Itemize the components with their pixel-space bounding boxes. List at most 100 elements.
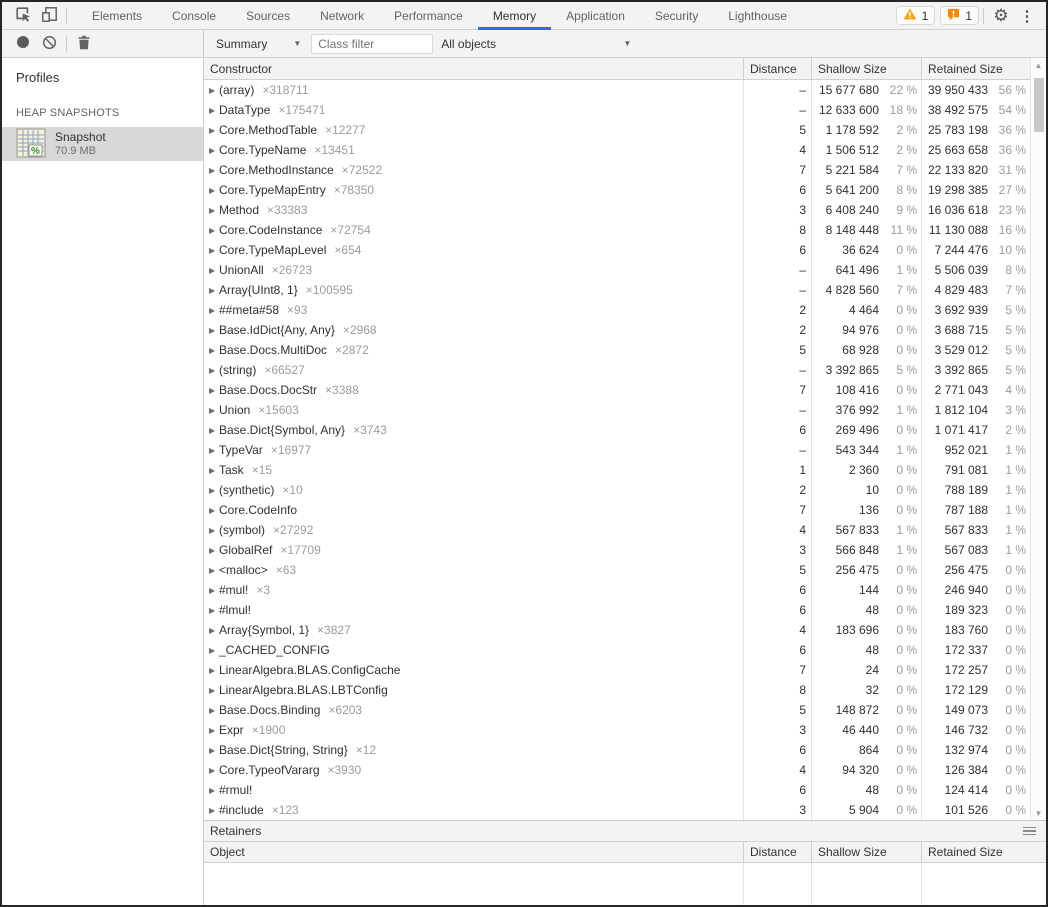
expand-arrow-icon[interactable]: ▶: [209, 266, 219, 275]
table-row[interactable]: ▶ Core.TypeName ×13451 4 1 506 512 2 % 2…: [204, 140, 1030, 160]
column-header-retained-size[interactable]: Retained Size: [921, 58, 1030, 79]
more-options-button[interactable]: ⋮: [1014, 4, 1040, 28]
sidebar-item-snapshot[interactable]: % Snapshot 70.9 MB: [2, 127, 203, 161]
delete-profile-button[interactable]: [71, 32, 97, 56]
table-row[interactable]: ▶ Core.CodeInfo 7 136 0 % 787 188 1 %: [204, 500, 1030, 520]
table-row[interactable]: ▶ Expr ×1900 3 46 440 0 % 146 732 0 %: [204, 720, 1030, 740]
scroll-up-icon[interactable]: ▲: [1031, 58, 1046, 72]
expand-arrow-icon[interactable]: ▶: [209, 186, 219, 195]
vertical-scrollbar[interactable]: ▲ ▼: [1030, 58, 1046, 820]
table-row[interactable]: ▶ Core.MethodInstance ×72522 7 5 221 584…: [204, 160, 1030, 180]
table-row[interactable]: ▶ GlobalRef ×17709 3 566 848 1 % 567 083…: [204, 540, 1030, 560]
expand-arrow-icon[interactable]: ▶: [209, 306, 219, 315]
table-row[interactable]: ▶ UnionAll ×26723 – 641 496 1 % 5 506 03…: [204, 260, 1030, 280]
expand-arrow-icon[interactable]: ▶: [209, 126, 219, 135]
retainers-menu-icon[interactable]: [1023, 827, 1040, 836]
table-row[interactable]: ▶ Base.IdDict{Any, Any} ×2968 2 94 976 0…: [204, 320, 1030, 340]
table-row[interactable]: ▶ (symbol) ×27292 4 567 833 1 % 567 833 …: [204, 520, 1030, 540]
expand-arrow-icon[interactable]: ▶: [209, 686, 219, 695]
perspective-select[interactable]: Summary ▼: [210, 33, 307, 55]
table-row[interactable]: ▶ Array{Symbol, 1} ×3827 4 183 696 0 % 1…: [204, 620, 1030, 640]
inspect-element-button[interactable]: [10, 4, 36, 28]
column-header-retained-size[interactable]: Retained Size: [921, 842, 1046, 862]
tab-application[interactable]: Application: [551, 2, 640, 29]
column-header-distance[interactable]: Distance: [743, 58, 811, 79]
expand-arrow-icon[interactable]: ▶: [209, 486, 219, 495]
expand-arrow-icon[interactable]: ▶: [209, 106, 219, 115]
expand-arrow-icon[interactable]: ▶: [209, 586, 219, 595]
table-row[interactable]: ▶ #mul! ×3 6 144 0 % 246 940 0 %: [204, 580, 1030, 600]
expand-arrow-icon[interactable]: ▶: [209, 766, 219, 775]
table-row[interactable]: ▶ #include ×123 3 5 904 0 % 101 526 0 %: [204, 800, 1030, 820]
expand-arrow-icon[interactable]: ▶: [209, 286, 219, 295]
expand-arrow-icon[interactable]: ▶: [209, 526, 219, 535]
expand-arrow-icon[interactable]: ▶: [209, 806, 219, 815]
table-row[interactable]: ▶ Base.Docs.Binding ×6203 5 148 872 0 % …: [204, 700, 1030, 720]
expand-arrow-icon[interactable]: ▶: [209, 86, 219, 95]
issues-badge[interactable]: 1: [940, 6, 979, 25]
expand-arrow-icon[interactable]: ▶: [209, 206, 219, 215]
warnings-badge[interactable]: 1: [896, 6, 936, 25]
object-filter-select[interactable]: All objects ▼: [435, 33, 637, 55]
tab-network[interactable]: Network: [305, 2, 379, 29]
expand-arrow-icon[interactable]: ▶: [209, 606, 219, 615]
expand-arrow-icon[interactable]: ▶: [209, 366, 219, 375]
table-row[interactable]: ▶ TypeVar ×16977 – 543 344 1 % 952 021 1…: [204, 440, 1030, 460]
expand-arrow-icon[interactable]: ▶: [209, 226, 219, 235]
column-header-shallow-size[interactable]: Shallow Size: [811, 58, 921, 79]
expand-arrow-icon[interactable]: ▶: [209, 326, 219, 335]
table-row[interactable]: ▶ Core.MethodTable ×12277 5 1 178 592 2 …: [204, 120, 1030, 140]
table-row[interactable]: ▶ Task ×15 1 2 360 0 % 791 081 1 %: [204, 460, 1030, 480]
expand-arrow-icon[interactable]: ▶: [209, 786, 219, 795]
column-header-distance[interactable]: Distance: [743, 842, 811, 862]
column-header-object[interactable]: Object: [204, 842, 743, 862]
expand-arrow-icon[interactable]: ▶: [209, 746, 219, 755]
expand-arrow-icon[interactable]: ▶: [209, 466, 219, 475]
table-row[interactable]: ▶ _CACHED_CONFIG 6 48 0 % 172 337 0 %: [204, 640, 1030, 660]
expand-arrow-icon[interactable]: ▶: [209, 146, 219, 155]
expand-arrow-icon[interactable]: ▶: [209, 246, 219, 255]
table-row[interactable]: ▶ Base.Docs.MultiDoc ×2872 5 68 928 0 % …: [204, 340, 1030, 360]
expand-arrow-icon[interactable]: ▶: [209, 386, 219, 395]
table-row[interactable]: ▶ <malloc> ×63 5 256 475 0 % 256 475 0 %: [204, 560, 1030, 580]
device-toolbar-button[interactable]: [36, 4, 62, 28]
table-row[interactable]: ▶ Core.TypeMapEntry ×78350 6 5 641 200 8…: [204, 180, 1030, 200]
expand-arrow-icon[interactable]: ▶: [209, 506, 219, 515]
tab-security[interactable]: Security: [640, 2, 713, 29]
table-row[interactable]: ▶ DataType ×175471 – 12 633 600 18 % 38 …: [204, 100, 1030, 120]
tab-memory[interactable]: Memory: [478, 2, 551, 29]
expand-arrow-icon[interactable]: ▶: [209, 566, 219, 575]
table-row[interactable]: ▶ Base.Dict{String, String} ×12 6 864 0 …: [204, 740, 1030, 760]
expand-arrow-icon[interactable]: ▶: [209, 726, 219, 735]
table-row[interactable]: ▶ Core.TypeofVararg ×3930 4 94 320 0 % 1…: [204, 760, 1030, 780]
tab-console[interactable]: Console: [157, 2, 231, 29]
expand-arrow-icon[interactable]: ▶: [209, 406, 219, 415]
expand-arrow-icon[interactable]: ▶: [209, 666, 219, 675]
scrollbar-thumb[interactable]: [1034, 78, 1044, 132]
scroll-down-icon[interactable]: ▼: [1031, 806, 1046, 820]
tab-sources[interactable]: Sources: [231, 2, 305, 29]
expand-arrow-icon[interactable]: ▶: [209, 706, 219, 715]
column-header-constructor[interactable]: Constructor: [204, 58, 743, 79]
tab-lighthouse[interactable]: Lighthouse: [713, 2, 802, 29]
expand-arrow-icon[interactable]: ▶: [209, 546, 219, 555]
table-row[interactable]: ▶ #lmul! 6 48 0 % 189 323 0 %: [204, 600, 1030, 620]
expand-arrow-icon[interactable]: ▶: [209, 626, 219, 635]
column-header-shallow-size[interactable]: Shallow Size: [811, 842, 921, 862]
table-row[interactable]: ▶ Union ×15603 – 376 992 1 % 1 812 104 3…: [204, 400, 1030, 420]
table-row[interactable]: ▶ LinearAlgebra.BLAS.ConfigCache 7 24 0 …: [204, 660, 1030, 680]
record-heap-snapshot-button[interactable]: [10, 32, 36, 56]
table-row[interactable]: ▶ Array{UInt8, 1} ×100595 – 4 828 560 7 …: [204, 280, 1030, 300]
table-row[interactable]: ▶ ##meta#58 ×93 2 4 464 0 % 3 692 939 5 …: [204, 300, 1030, 320]
expand-arrow-icon[interactable]: ▶: [209, 446, 219, 455]
expand-arrow-icon[interactable]: ▶: [209, 166, 219, 175]
expand-arrow-icon[interactable]: ▶: [209, 646, 219, 655]
expand-arrow-icon[interactable]: ▶: [209, 426, 219, 435]
table-row[interactable]: ▶ Method ×33383 3 6 408 240 9 % 16 036 6…: [204, 200, 1030, 220]
clear-profiles-button[interactable]: [36, 32, 62, 56]
expand-arrow-icon[interactable]: ▶: [209, 346, 219, 355]
table-row[interactable]: ▶ Base.Docs.DocStr ×3388 7 108 416 0 % 2…: [204, 380, 1030, 400]
table-row[interactable]: ▶ #rmul! 6 48 0 % 124 414 0 %: [204, 780, 1030, 800]
table-row[interactable]: ▶ Core.CodeInstance ×72754 8 8 148 448 1…: [204, 220, 1030, 240]
table-row[interactable]: ▶ Core.TypeMapLevel ×654 6 36 624 0 % 7 …: [204, 240, 1030, 260]
